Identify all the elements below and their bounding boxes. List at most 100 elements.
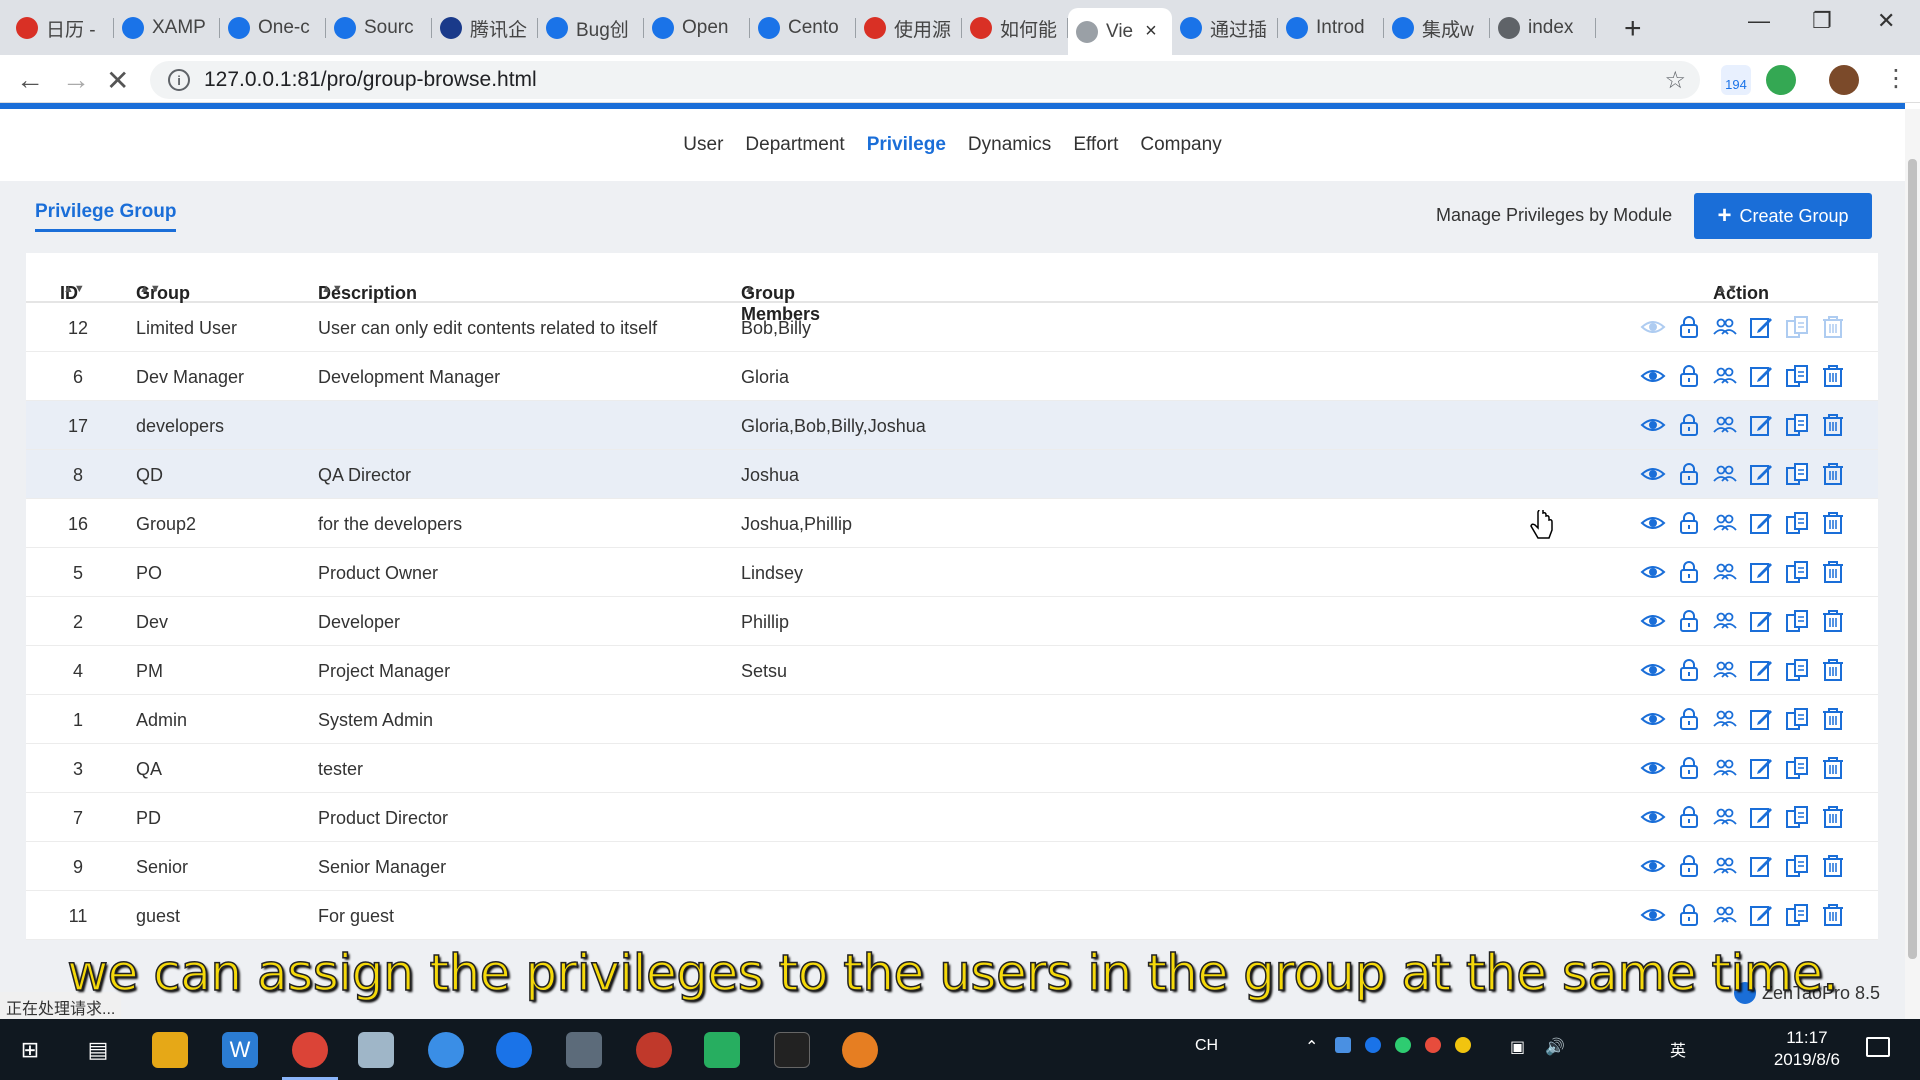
table-row[interactable]: 6 Dev Manager Development Manager Gloria bbox=[26, 352, 1878, 401]
table-row[interactable]: 12 Limited User User can only edit content… bbox=[26, 303, 1878, 352]
address-bar[interactable]: i 127.0.0.1:81/pro/group-browse.html ☆ bbox=[150, 61, 1700, 99]
stop-icon[interactable]: ✕ bbox=[106, 64, 129, 97]
edit-icon[interactable] bbox=[1748, 853, 1774, 879]
browser-tab[interactable]: 集成w bbox=[1384, 10, 1490, 46]
edit-icon[interactable] bbox=[1748, 314, 1774, 340]
users-icon[interactable] bbox=[1712, 804, 1738, 830]
lock-icon[interactable] bbox=[1676, 706, 1702, 732]
edit-icon[interactable] bbox=[1748, 755, 1774, 781]
table-row[interactable]: 1 Admin System Admin bbox=[26, 695, 1878, 744]
users-icon[interactable] bbox=[1712, 853, 1738, 879]
lock-icon[interactable] bbox=[1676, 804, 1702, 830]
profile-avatar[interactable] bbox=[1829, 65, 1859, 95]
lock-icon[interactable] bbox=[1676, 902, 1702, 928]
windows-start-icon[interactable]: ⊞ bbox=[12, 1032, 48, 1068]
lock-icon[interactable] bbox=[1676, 363, 1702, 389]
tray-app-icon[interactable] bbox=[1455, 1037, 1471, 1053]
language-indicator[interactable]: 英 bbox=[1670, 1037, 1686, 1061]
edit-icon[interactable] bbox=[1748, 706, 1774, 732]
users-icon[interactable] bbox=[1712, 706, 1738, 732]
copy-icon[interactable] bbox=[1784, 608, 1810, 634]
cell-group[interactable]: PM bbox=[136, 661, 163, 682]
copy-icon[interactable] bbox=[1784, 363, 1810, 389]
browser-tab[interactable]: Bug创 bbox=[538, 10, 644, 46]
cell-group[interactable]: Group2 bbox=[136, 514, 196, 535]
browser-tab[interactable]: One-c bbox=[220, 10, 326, 46]
trash-icon[interactable] bbox=[1820, 706, 1846, 732]
tray-expand-icon[interactable]: ⌃ bbox=[1305, 1037, 1318, 1057]
users-icon[interactable] bbox=[1712, 559, 1738, 585]
copy-icon[interactable] bbox=[1784, 755, 1810, 781]
volume-icon[interactable]: 🔊 bbox=[1545, 1037, 1565, 1057]
privilege-group-tab[interactable]: Privilege Group bbox=[35, 201, 177, 232]
lock-icon[interactable] bbox=[1676, 657, 1702, 683]
trash-icon[interactable] bbox=[1820, 902, 1846, 928]
ime-indicator[interactable]: CH bbox=[1195, 1037, 1218, 1055]
users-icon[interactable] bbox=[1712, 755, 1738, 781]
trash-icon[interactable] bbox=[1820, 412, 1846, 438]
cell-group[interactable]: Admin bbox=[136, 710, 187, 731]
cell-group[interactable]: guest bbox=[136, 906, 180, 927]
copy-icon[interactable] bbox=[1784, 510, 1810, 536]
app-icon[interactable] bbox=[842, 1032, 878, 1068]
users-icon[interactable] bbox=[1712, 510, 1738, 536]
task-view-icon[interactable]: ▤ bbox=[80, 1032, 116, 1068]
trash-icon[interactable] bbox=[1820, 755, 1846, 781]
eye-icon[interactable] bbox=[1640, 902, 1666, 928]
copy-icon[interactable] bbox=[1784, 706, 1810, 732]
users-icon[interactable] bbox=[1712, 657, 1738, 683]
trash-icon[interactable] bbox=[1820, 804, 1846, 830]
edit-icon[interactable] bbox=[1748, 804, 1774, 830]
browser-tab-active[interactable]: Vie × bbox=[1068, 8, 1172, 55]
eye-icon[interactable] bbox=[1640, 510, 1666, 536]
browser-tab[interactable]: 使用源 bbox=[856, 10, 962, 46]
table-row[interactable]: 5 PO Product Owner Lindsey bbox=[26, 548, 1878, 597]
tray-app-icon[interactable] bbox=[1335, 1037, 1351, 1053]
browser-tab[interactable]: 腾讯企 bbox=[432, 10, 538, 46]
copy-icon[interactable] bbox=[1784, 657, 1810, 683]
lock-icon[interactable] bbox=[1676, 412, 1702, 438]
table-row[interactable]: 7 PD Product Director bbox=[26, 793, 1878, 842]
eye-icon[interactable] bbox=[1640, 363, 1666, 389]
trash-icon[interactable] bbox=[1820, 461, 1846, 487]
lock-icon[interactable] bbox=[1676, 853, 1702, 879]
edit-icon[interactable] bbox=[1748, 559, 1774, 585]
back-icon[interactable]: ← bbox=[16, 64, 44, 96]
users-icon[interactable] bbox=[1712, 608, 1738, 634]
chrome-icon[interactable] bbox=[292, 1032, 328, 1068]
subnav-item-effort[interactable]: Effort bbox=[1062, 134, 1129, 156]
taskbar-clock[interactable]: 11:17 2019/8/6 bbox=[1774, 1027, 1840, 1071]
table-row[interactable]: 16 Group2 for the developers Joshua,Phillip bbox=[26, 499, 1878, 548]
copy-icon[interactable] bbox=[1784, 461, 1810, 487]
virtualbox-icon[interactable] bbox=[566, 1032, 602, 1068]
table-row[interactable]: 2 Dev Developer Phillip bbox=[26, 597, 1878, 646]
info-icon[interactable]: i bbox=[168, 69, 190, 91]
lock-icon[interactable] bbox=[1676, 608, 1702, 634]
tray-app-icon[interactable] bbox=[1425, 1037, 1441, 1053]
subnav-item-dynamics[interactable]: Dynamics bbox=[957, 134, 1062, 156]
trash-icon[interactable] bbox=[1820, 363, 1846, 389]
new-tab-button[interactable]: + bbox=[1624, 12, 1642, 46]
eye-icon[interactable] bbox=[1640, 755, 1666, 781]
browser-tab[interactable]: XAMP bbox=[114, 10, 220, 46]
lock-icon[interactable] bbox=[1676, 461, 1702, 487]
tray-app-icon[interactable] bbox=[1365, 1037, 1381, 1053]
eye-icon[interactable] bbox=[1640, 657, 1666, 683]
tray-app-icon[interactable] bbox=[1395, 1037, 1411, 1053]
eye-icon[interactable] bbox=[1640, 314, 1666, 340]
edit-icon[interactable] bbox=[1748, 608, 1774, 634]
copy-icon[interactable] bbox=[1784, 902, 1810, 928]
menu-icon[interactable]: ⋮ bbox=[1884, 64, 1908, 93]
copy-icon[interactable] bbox=[1784, 853, 1810, 879]
cell-group[interactable]: Dev bbox=[136, 612, 168, 633]
table-row[interactable]: 9 Senior Senior Manager bbox=[26, 842, 1878, 891]
edit-icon[interactable] bbox=[1748, 657, 1774, 683]
lock-icon[interactable] bbox=[1676, 755, 1702, 781]
eye-icon[interactable] bbox=[1640, 706, 1666, 732]
cell-group[interactable]: QA bbox=[136, 759, 162, 780]
bookmark-star-icon[interactable]: ☆ bbox=[1664, 66, 1686, 95]
trash-icon[interactable] bbox=[1820, 657, 1846, 683]
subnav-item-company[interactable]: Company bbox=[1129, 134, 1232, 156]
create-group-button[interactable]: + Create Group bbox=[1694, 193, 1872, 239]
eye-icon[interactable] bbox=[1640, 608, 1666, 634]
